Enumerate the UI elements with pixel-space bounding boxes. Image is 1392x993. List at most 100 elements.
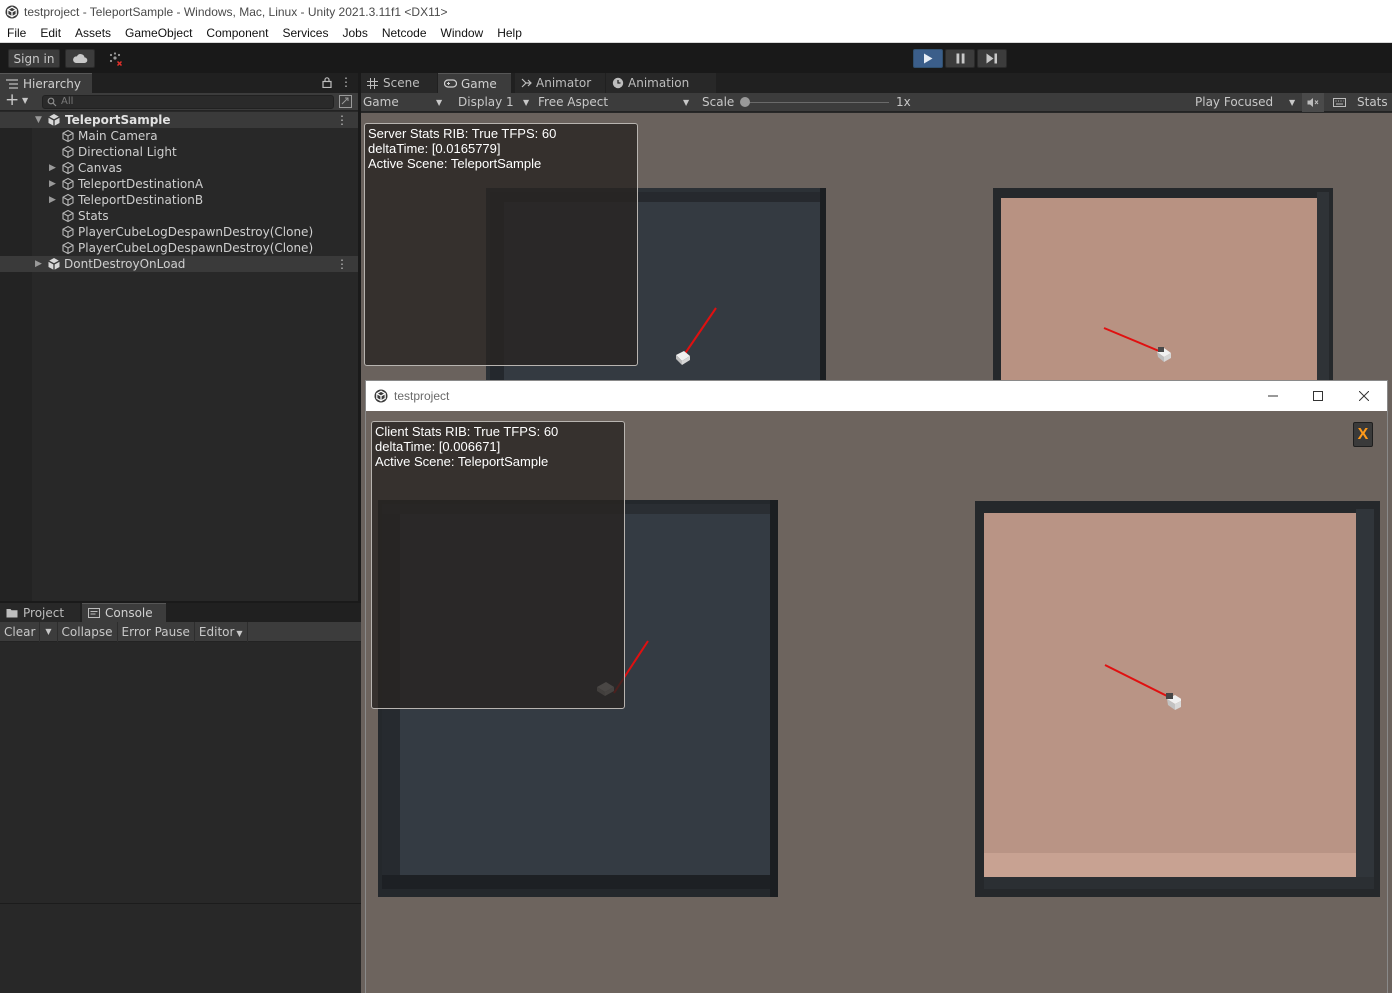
gameobject-cube-icon (62, 161, 74, 175)
ui-close-x-button[interactable]: X (1353, 422, 1373, 447)
display-dropdown[interactable]: Display 1 (458, 93, 514, 112)
menu-help[interactable]: Help (490, 23, 529, 43)
scale-value: 1x (896, 95, 911, 109)
search-icon (47, 97, 57, 107)
mute-audio-button[interactable] (1302, 93, 1324, 112)
client-stats-line: Client Stats RIB: True TFPS: 60 (375, 424, 559, 439)
scene-name: TeleportSample (65, 113, 171, 127)
hierarchy-item-label: PlayerCubeLogDespawnDestroy(Clone) (78, 225, 314, 239)
menu-bar: File Edit Assets GameObject Component Se… (0, 23, 1392, 43)
tab-console[interactable]: Console (82, 603, 166, 622)
maximize-icon (1313, 391, 1323, 401)
hierarchy-search-input[interactable]: All (42, 95, 334, 109)
menu-services[interactable]: Services (275, 23, 335, 43)
scale-slider-knob[interactable] (740, 97, 750, 107)
scale-slider-track[interactable] (744, 102, 889, 103)
minimize-button[interactable] (1250, 381, 1296, 411)
expand-arrow-icon[interactable]: ▶ (49, 179, 56, 189)
clear-dropdown-caret[interactable]: ▼ (40, 621, 58, 642)
list-icon (6, 78, 18, 89)
server-active-scene-line: Active Scene: TeleportSample (368, 156, 542, 171)
collapse-button[interactable]: Collapse (58, 621, 118, 642)
menu-component[interactable]: Component (199, 23, 275, 43)
hierarchy-item[interactable]: Main Camera (0, 128, 358, 144)
clear-button[interactable]: Clear (0, 621, 41, 642)
editor-dropdown[interactable]: Editor ▼ (195, 621, 248, 642)
menu-gameobject[interactable]: GameObject (118, 23, 199, 43)
menu-window[interactable]: Window (434, 23, 491, 43)
expand-arrow-icon[interactable]: ▶ (49, 195, 56, 205)
unity-logo-icon (374, 389, 388, 403)
collapse-arrow-icon[interactable]: ▼ (35, 115, 42, 125)
hierarchy-item-label: Stats (78, 209, 109, 223)
chevron-down-icon: ▼ (523, 98, 530, 107)
lock-icon[interactable] (322, 77, 332, 88)
tab-game[interactable]: Game (438, 73, 511, 93)
menu-jobs[interactable]: Jobs (335, 23, 374, 43)
hierarchy-item-label: Canvas (78, 161, 123, 175)
panel-menu-kebab[interactable]: ⋮ (340, 75, 352, 89)
chevron-down-icon: ▼ (436, 98, 443, 107)
unity-scene-icon (48, 258, 60, 270)
tab-animation-label: Animation (628, 76, 690, 90)
expand-arrow-icon[interactable]: ▶ (35, 259, 42, 269)
scene-menu-kebab[interactable]: ⋮ (336, 257, 348, 271)
error-pause-button[interactable]: Error Pause (118, 621, 195, 642)
menu-file[interactable]: File (0, 23, 33, 43)
animator-icon (521, 78, 532, 87)
client-game-viewport[interactable]: Client Stats RIB: True TFPS: 60 deltaTim… (366, 411, 1387, 993)
create-plus-button[interactable]: + (5, 90, 19, 110)
tab-hierarchy-label: Hierarchy (23, 76, 82, 91)
hierarchy-item[interactable]: Stats (0, 208, 358, 224)
client-window: testproject Client Stats RIB: True TFPS:… (365, 380, 1388, 993)
tab-animator[interactable]: Animator (515, 73, 605, 93)
mute-icon (1307, 98, 1319, 107)
hierarchy-item[interactable]: PlayerCubeLogDespawnDestroy(Clone) (0, 240, 358, 256)
hierarchy-item[interactable]: ▶ TeleportDestinationA (0, 176, 358, 192)
scene-row-teleportsample[interactable]: ▼ TeleportSample ⋮ (0, 112, 358, 128)
editor-dropdown-label: Editor (198, 624, 235, 639)
keyboard-icon (1333, 98, 1346, 107)
scene-visibility-icon[interactable] (339, 95, 352, 108)
hierarchy-item[interactable]: PlayerCubeLogDespawnDestroy(Clone) (0, 224, 358, 240)
client-window-titlebar[interactable]: testproject (366, 381, 1387, 411)
expand-arrow-icon[interactable]: ▶ (49, 163, 56, 173)
sign-in-button[interactable]: Sign in (8, 49, 60, 68)
menu-edit[interactable]: Edit (33, 23, 68, 43)
gameobject-cube-icon (62, 193, 74, 207)
step-button[interactable] (977, 49, 1007, 68)
game-mode-dropdown[interactable]: Game (363, 93, 399, 112)
scene-row-dontdestroyonload[interactable]: ▶ DontDestroyOnLoad ⋮ (0, 256, 358, 272)
cloud-button[interactable] (65, 49, 95, 68)
close-window-button[interactable] (1341, 381, 1387, 411)
hierarchy-tabbar: Hierarchy ⋮ (0, 73, 358, 93)
menu-assets[interactable]: Assets (68, 23, 118, 43)
stats-button[interactable]: Stats (1357, 93, 1388, 112)
maximize-button[interactable] (1295, 381, 1341, 411)
shortcuts-button[interactable] (1327, 93, 1351, 112)
hierarchy-item[interactable]: ▶ Canvas (0, 160, 358, 176)
gameobject-cube-icon (62, 241, 74, 255)
unity-logo-icon (5, 5, 19, 18)
tab-project[interactable]: Project (0, 603, 80, 622)
hierarchy-item[interactable]: ▶ TeleportDestinationB (0, 192, 358, 208)
tab-animation[interactable]: Animation (606, 73, 716, 93)
play-focused-dropdown[interactable]: Play Focused (1195, 93, 1273, 112)
hierarchy-panel: Hierarchy ⋮ + ▼ All ▼ TeleportSample ⋮ M… (0, 73, 358, 601)
console-toolbar: Clear ▼ Collapse Error Pause Editor ▼ (0, 621, 365, 642)
server-stats-line: Server Stats RIB: True TFPS: 60 (368, 126, 557, 141)
hierarchy-item-label: Main Camera (78, 129, 158, 143)
chevron-down-icon: ▼ (683, 98, 690, 107)
scene-menu-kebab[interactable]: ⋮ (336, 113, 348, 127)
gamepad-icon (444, 79, 457, 88)
collab-button[interactable] (101, 49, 131, 68)
create-dropdown-caret[interactable]: ▼ (22, 96, 28, 105)
play-button[interactable] (913, 49, 943, 68)
hierarchy-item[interactable]: Directional Light (0, 144, 358, 160)
pause-button[interactable] (945, 49, 975, 68)
gameobject-cube-icon (62, 177, 74, 191)
tab-scene[interactable]: Scene (361, 73, 437, 93)
menu-netcode[interactable]: Netcode (375, 23, 434, 43)
aspect-dropdown[interactable]: Free Aspect (538, 93, 608, 112)
hierarchy-item-label: PlayerCubeLogDespawnDestroy(Clone) (78, 241, 314, 255)
